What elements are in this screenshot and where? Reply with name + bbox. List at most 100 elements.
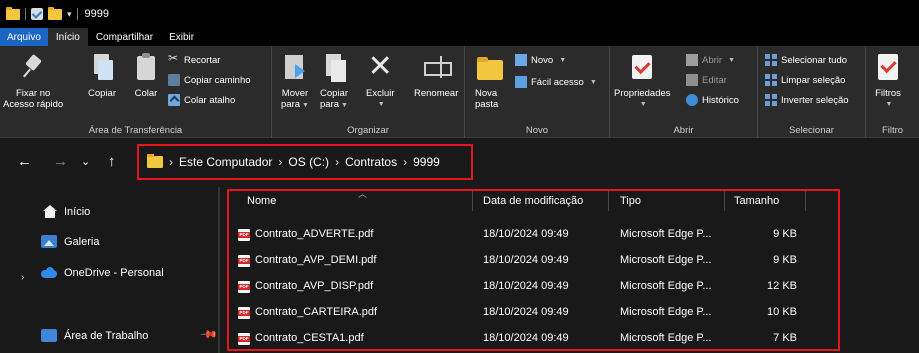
file-size: 10 KB — [767, 306, 797, 318]
column-divider[interactable] — [724, 191, 725, 211]
filters-dropdown-icon[interactable]: ▼ — [886, 99, 893, 110]
new-folder-quick-icon[interactable] — [48, 6, 62, 20]
breadcrumb-separator-icon[interactable]: › — [169, 155, 173, 169]
copy-path-button[interactable]: Copiar caminho — [168, 74, 251, 86]
select-none-button[interactable]: Limpar seleção — [765, 74, 845, 86]
pane-splitter[interactable] — [218, 187, 220, 353]
expand-chevron-icon[interactable]: › — [21, 272, 24, 283]
address-bar[interactable]: › Este Computador › OS (C:) › Contratos … — [137, 144, 473, 180]
history-button[interactable]: Histórico — [686, 94, 739, 106]
column-divider[interactable] — [608, 191, 609, 211]
file-row[interactable]: Contrato_CESTA1.pdf 18/10/2024 09:49 Mic… — [233, 329, 813, 349]
column-header-tamanho[interactable]: Tamanho — [734, 191, 779, 211]
file-date: 18/10/2024 09:49 — [483, 306, 569, 318]
file-date: 18/10/2024 09:49 — [483, 228, 569, 240]
move-to-button[interactable]: Mover para ▼ — [281, 52, 309, 111]
paste-shortcut-label: Colar atalho — [184, 94, 236, 106]
copy-button[interactable]: Copiar — [88, 52, 116, 99]
copy-to-button[interactable]: Copiar para ▼ — [320, 52, 348, 111]
cut-label: Recortar — [184, 54, 221, 66]
rename-button[interactable]: Renomear — [414, 52, 458, 99]
select-all-button[interactable]: Selecionar tudo — [765, 54, 847, 66]
breadcrumb-os-c[interactable]: OS (C:) — [288, 155, 329, 169]
open-icon — [686, 54, 698, 66]
breadcrumb-separator-icon[interactable]: › — [335, 155, 339, 169]
file-size: 12 KB — [767, 280, 797, 292]
home-icon — [41, 205, 57, 218]
column-divider[interactable] — [805, 191, 806, 211]
new-item-button[interactable]: Novo ▼ — [515, 54, 566, 66]
edit-icon — [686, 74, 698, 86]
sidebar-item-area-de-trabalho[interactable]: Área de Trabalho — [41, 329, 148, 342]
select-all-icon — [765, 54, 777, 66]
delete-dropdown-icon[interactable]: ▼ — [378, 99, 385, 110]
navigation-bar: ← → ⌄ ↑ › Este Computador › OS (C:) › Co… — [0, 139, 919, 187]
quick-access-dropdown-icon[interactable]: ▾ — [67, 9, 72, 20]
back-arrow-icon[interactable]: ← — [17, 153, 32, 170]
filters-button[interactable]: Filtros ▼ — [874, 52, 902, 110]
file-row[interactable]: Contrato_CARTEIRA.pdf 18/10/2024 09:49 M… — [233, 303, 813, 323]
group-label-filter: Filtro — [881, 125, 904, 136]
properties-icon — [628, 52, 656, 82]
sidebar-item-onedrive[interactable]: OneDrive - Personal — [41, 266, 164, 279]
sort-up-icon: ︿ — [358, 189, 368, 199]
column-divider[interactable] — [472, 191, 473, 211]
breadcrumb-separator-icon[interactable]: › — [403, 155, 407, 169]
file-row[interactable]: Contrato_AVP_DEMI.pdf 18/10/2024 09:49 M… — [233, 251, 813, 271]
move-to-label-line2: para ▼ — [281, 99, 309, 110]
group-open: Propriedades ▼ Abrir ▼ Editar Histórico … — [610, 46, 758, 138]
breadcrumb-separator-icon[interactable]: › — [278, 155, 282, 169]
tab-arquivo[interactable]: Arquivo — [0, 28, 48, 46]
file-type: Microsoft Edge P... — [620, 254, 712, 266]
pdf-file-icon — [238, 333, 250, 345]
paste-shortcut-button[interactable]: Colar atalho — [168, 94, 235, 106]
column-header-data[interactable]: Data de modificação — [483, 191, 583, 211]
delete-x-icon: ✕ — [367, 50, 393, 83]
breadcrumb-contratos[interactable]: Contratos — [345, 155, 397, 169]
select-none-icon — [765, 74, 777, 86]
edit-button[interactable]: Editar — [686, 74, 727, 86]
pin-label-line2: Acesso rápido — [3, 99, 64, 110]
sidebar-item-label: Galeria — [64, 235, 100, 248]
pdf-file-icon — [238, 281, 250, 293]
sidebar-item-inicio[interactable]: Início — [41, 205, 90, 218]
properties-check-icon[interactable] — [31, 8, 43, 20]
invert-selection-label: Inverter seleção — [781, 94, 849, 106]
chevron-down-icon: ▼ — [559, 56, 567, 64]
file-name: Contrato_AVP_DEMI.pdf — [255, 254, 377, 266]
cut-button[interactable]: Recortar — [168, 51, 221, 66]
properties-dropdown-icon[interactable]: ▼ — [640, 99, 647, 110]
tab-inicio[interactable]: Início — [47, 28, 88, 46]
delete-button[interactable]: ✕ Excluir ▼ — [366, 52, 395, 110]
pin-quick-access-button[interactable]: Fixar no Acesso rápido — [3, 52, 63, 110]
tab-exibir[interactable]: Exibir — [161, 28, 202, 46]
forward-arrow-icon[interactable]: → — [53, 153, 68, 170]
column-header-nome[interactable]: Nome — [247, 191, 276, 211]
group-label-organize: Organizar — [347, 125, 389, 136]
tab-compartilhar[interactable]: Compartilhar — [88, 28, 161, 46]
invert-selection-button[interactable]: Inverter seleção — [765, 94, 849, 106]
column-header-tipo[interactable]: Tipo — [620, 191, 641, 211]
sidebar-item-label: Área de Trabalho — [64, 329, 149, 342]
open-button[interactable]: Abrir ▼ — [686, 54, 735, 66]
file-type: Microsoft Edge P... — [620, 280, 712, 292]
file-row[interactable]: Contrato_ADVERTE.pdf 18/10/2024 09:49 Mi… — [233, 225, 813, 245]
breadcrumb-9999[interactable]: 9999 — [413, 155, 440, 169]
up-arrow-icon[interactable]: ↑ — [108, 153, 116, 170]
paste-button[interactable]: Colar — [132, 52, 160, 99]
file-row[interactable]: Contrato_AVP_DISP.pdf 18/10/2024 09:49 M… — [233, 277, 813, 297]
new-folder-button[interactable]: Nova pasta — [475, 52, 503, 110]
group-clipboard: Fixar no Acesso rápido Copiar Colar Reco… — [0, 46, 272, 138]
filters-label: Filtros — [875, 88, 901, 99]
group-new: Nova pasta Novo ▼ Fácil acesso ▼ Novo — [465, 46, 610, 138]
breadcrumb-este-computador[interactable]: Este Computador — [179, 155, 272, 169]
invert-selection-icon — [765, 94, 777, 106]
sidebar-item-galeria[interactable]: Galeria — [41, 235, 99, 248]
chevron-down-icon: ▼ — [589, 78, 597, 86]
file-type: Microsoft Edge P... — [620, 332, 712, 344]
recent-locations-chevron-icon[interactable]: ⌄ — [81, 155, 90, 168]
new-folder-label-line1: Nova — [475, 88, 498, 99]
easy-access-button[interactable]: Fácil acesso ▼ — [515, 76, 597, 88]
group-organize: Mover para ▼ Copiar para ▼ ✕ Excluir ▼ Ren… — [272, 46, 465, 138]
properties-button[interactable]: Propriedades ▼ — [614, 52, 671, 110]
